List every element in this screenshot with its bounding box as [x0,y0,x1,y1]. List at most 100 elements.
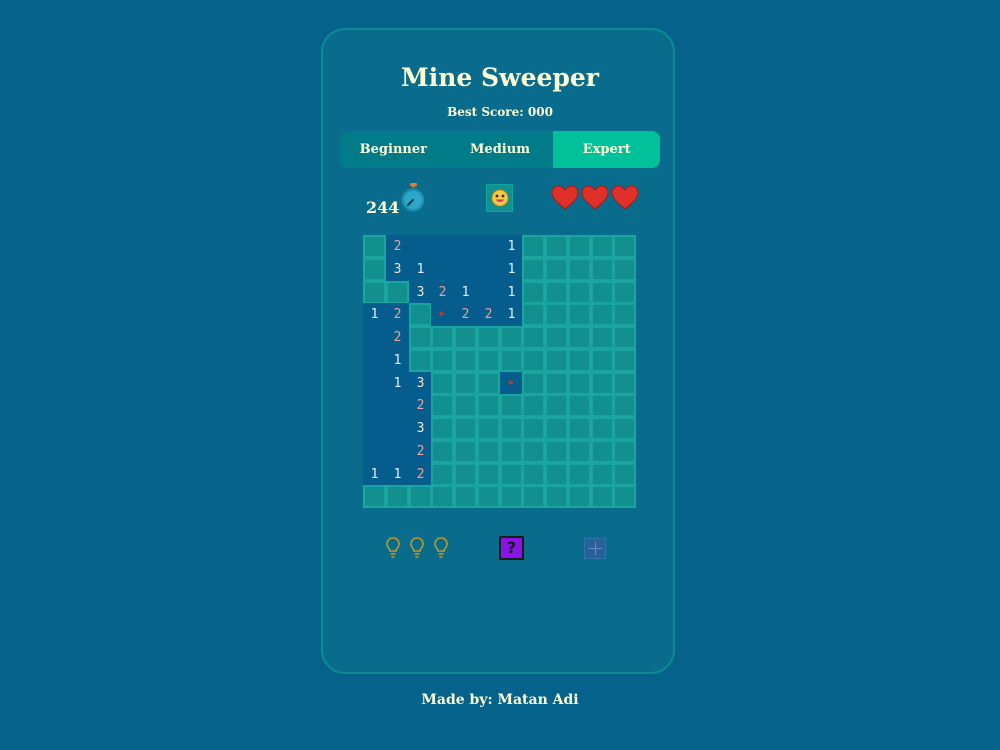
hidden-cell[interactable] [545,281,568,304]
hidden-cell[interactable] [409,485,432,508]
hidden-cell[interactable] [568,258,591,281]
hidden-cell[interactable] [363,235,386,258]
hidden-cell[interactable] [477,440,500,463]
hidden-cell[interactable] [545,258,568,281]
hidden-cell[interactable] [454,440,477,463]
hidden-cell[interactable] [591,281,614,304]
hidden-cell[interactable] [613,440,636,463]
hidden-cell[interactable] [613,326,636,349]
hidden-cell[interactable] [568,417,591,440]
hidden-cell[interactable] [454,485,477,508]
hidden-cell[interactable] [500,417,523,440]
hidden-cell[interactable] [431,485,454,508]
hidden-cell[interactable] [454,394,477,417]
hidden-cell[interactable] [613,349,636,372]
hidden-cell[interactable] [500,485,523,508]
hidden-cell[interactable] [591,303,614,326]
hidden-cell[interactable] [613,258,636,281]
hidden-cell[interactable] [431,372,454,395]
hidden-cell[interactable] [568,326,591,349]
hidden-cell[interactable] [454,326,477,349]
hidden-cell[interactable] [591,235,614,258]
plus-icon[interactable] [584,538,606,559]
hidden-cell[interactable] [613,303,636,326]
hidden-cell[interactable] [545,372,568,395]
hidden-cell[interactable] [545,235,568,258]
hidden-cell[interactable] [431,394,454,417]
hidden-cell[interactable] [454,417,477,440]
hidden-cell[interactable] [591,394,614,417]
hidden-cell[interactable] [613,417,636,440]
hidden-cell[interactable] [591,485,614,508]
hidden-cell[interactable] [591,372,614,395]
hidden-cell[interactable] [500,349,523,372]
hidden-cell[interactable] [477,372,500,395]
hidden-cell[interactable] [591,440,614,463]
hidden-cell[interactable] [591,349,614,372]
help-button[interactable]: ? [499,536,524,560]
lightbulb-icon[interactable] [408,536,426,560]
hidden-cell[interactable] [363,485,386,508]
hidden-cell[interactable] [477,417,500,440]
hidden-cell[interactable] [545,440,568,463]
hidden-cell[interactable] [568,463,591,486]
tab-expert[interactable]: Expert [553,131,660,168]
hidden-cell[interactable] [477,394,500,417]
hidden-cell[interactable] [454,463,477,486]
hidden-cell[interactable] [545,417,568,440]
hidden-cell[interactable] [500,394,523,417]
hidden-cell[interactable] [545,326,568,349]
hidden-cell[interactable] [591,417,614,440]
hidden-cell[interactable] [591,258,614,281]
hidden-cell[interactable] [386,485,409,508]
lightbulb-icon[interactable] [432,536,450,560]
hidden-cell[interactable] [613,235,636,258]
hidden-cell[interactable] [613,463,636,486]
hidden-cell[interactable] [454,372,477,395]
hidden-cell[interactable] [568,235,591,258]
hidden-cell[interactable] [500,326,523,349]
hidden-cell[interactable] [363,281,386,304]
hidden-cell[interactable] [409,349,432,372]
hidden-cell[interactable] [477,463,500,486]
flag-icon[interactable]: ▶ [500,372,523,395]
hidden-cell[interactable] [522,303,545,326]
hidden-cell[interactable] [409,326,432,349]
hidden-cell[interactable] [386,281,409,304]
hidden-cell[interactable] [522,440,545,463]
hidden-cell[interactable] [431,440,454,463]
hidden-cell[interactable] [568,440,591,463]
hidden-cell[interactable] [500,463,523,486]
hidden-cell[interactable] [522,394,545,417]
hidden-cell[interactable] [522,258,545,281]
hidden-cell[interactable] [431,417,454,440]
hidden-cell[interactable] [477,485,500,508]
hidden-cell[interactable] [522,349,545,372]
hidden-cell[interactable] [613,281,636,304]
hidden-cell[interactable] [568,303,591,326]
hidden-cell[interactable] [431,326,454,349]
flag-icon[interactable]: ▶ [431,303,454,326]
hidden-cell[interactable] [613,394,636,417]
tab-medium[interactable]: Medium [447,131,554,168]
hidden-cell[interactable] [500,440,523,463]
hidden-cell[interactable] [522,485,545,508]
hidden-cell[interactable] [522,417,545,440]
hidden-cell[interactable] [431,349,454,372]
hidden-cell[interactable] [568,281,591,304]
lightbulb-icon[interactable] [384,536,402,560]
hidden-cell[interactable] [477,326,500,349]
hidden-cell[interactable] [363,258,386,281]
hidden-cell[interactable] [522,281,545,304]
hidden-cell[interactable] [545,303,568,326]
hidden-cell[interactable] [522,372,545,395]
hidden-cell[interactable] [568,394,591,417]
hidden-cell[interactable] [591,326,614,349]
hidden-cell[interactable] [522,235,545,258]
hidden-cell[interactable] [522,463,545,486]
hidden-cell[interactable] [568,349,591,372]
hidden-cell[interactable] [568,372,591,395]
hidden-cell[interactable] [431,463,454,486]
hidden-cell[interactable] [613,372,636,395]
hidden-cell[interactable] [545,349,568,372]
